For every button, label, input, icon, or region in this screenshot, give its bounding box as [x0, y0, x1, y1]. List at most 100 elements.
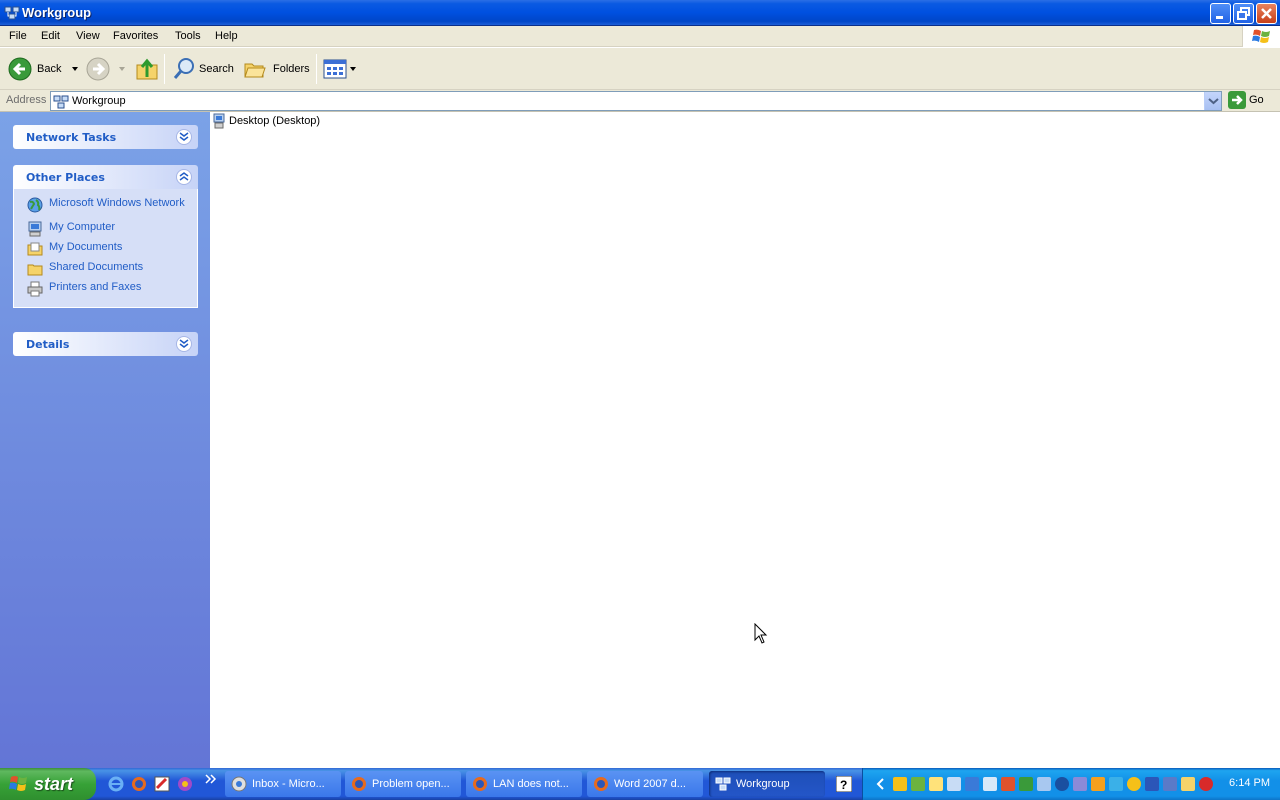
- link-label: My Documents: [49, 241, 123, 253]
- task-label: Problem open...: [372, 778, 450, 790]
- tray-chevron-icon[interactable]: [873, 777, 889, 791]
- restore-button[interactable]: [1233, 3, 1254, 24]
- tray-app-icon[interactable]: [1199, 777, 1213, 791]
- minimize-icon: [1216, 16, 1223, 19]
- toolbar-separator: [164, 54, 165, 84]
- address-input[interactable]: Workgroup: [50, 91, 1222, 111]
- folders-button[interactable]: Folders: [243, 54, 310, 84]
- chevron-down-icon: [1208, 98, 1219, 105]
- network-workgroup-icon: [715, 777, 731, 791]
- tray-app-icon[interactable]: [1163, 777, 1177, 791]
- system-tray: 6:14 PM: [862, 768, 1280, 800]
- tray-app-icon[interactable]: [983, 777, 997, 791]
- taskbar-item-lan[interactable]: LAN does not...: [466, 771, 582, 797]
- back-arrow-icon: [8, 57, 32, 81]
- up-folder-button[interactable]: [135, 54, 159, 84]
- minimize-button[interactable]: [1210, 3, 1231, 24]
- menu-edit[interactable]: Edit: [41, 30, 60, 42]
- menu-file[interactable]: File: [9, 30, 27, 42]
- paint-icon[interactable]: [154, 776, 170, 792]
- link-shared-documents[interactable]: Shared Documents: [14, 261, 197, 281]
- link-label: Shared Documents: [49, 261, 144, 273]
- link-microsoft-windows-network[interactable]: Microsoft Windows Network: [14, 197, 197, 217]
- task-label: LAN does not...: [493, 778, 569, 790]
- tray-app-icon[interactable]: [911, 777, 925, 791]
- wireless-icon[interactable]: [1109, 777, 1123, 791]
- clock[interactable]: 6:14 PM: [1229, 777, 1270, 789]
- firefox-icon: [594, 777, 608, 791]
- chevron-down-icon: [179, 132, 189, 141]
- link-printers-and-faxes[interactable]: Printers and Faxes: [14, 281, 197, 301]
- close-button[interactable]: [1256, 3, 1277, 24]
- taskbar-item-word[interactable]: Word 2007 d...: [587, 771, 703, 797]
- shared-folder-icon: [27, 264, 43, 276]
- internet-explorer-icon[interactable]: [108, 776, 124, 792]
- folders-label: Folders: [273, 63, 310, 75]
- folder-content[interactable]: Desktop (Desktop): [210, 112, 1280, 768]
- details-header[interactable]: Details: [13, 332, 198, 356]
- network-tasks-header[interactable]: Network Tasks: [13, 125, 198, 149]
- link-my-computer[interactable]: My Computer: [14, 221, 197, 241]
- task-pane: Network Tasks Other Places Microsoft Win…: [0, 112, 210, 768]
- network-tasks-panel: Network Tasks: [13, 125, 198, 149]
- printer-icon: [27, 281, 43, 297]
- link-label: Printers and Faxes: [49, 281, 142, 293]
- tray-app-icon[interactable]: [1127, 777, 1141, 791]
- address-dropdown-button[interactable]: [1204, 92, 1221, 110]
- menu-help[interactable]: Help: [215, 30, 238, 42]
- tray-app-icon[interactable]: [1073, 777, 1087, 791]
- help-icon[interactable]: ?: [836, 776, 852, 792]
- firefox-icon[interactable]: [131, 776, 147, 792]
- tray-app-icon[interactable]: [893, 777, 907, 791]
- toolbar-separator: [316, 54, 317, 84]
- toolbar: Back Search Folders: [0, 48, 1280, 90]
- title-bar[interactable]: Workgroup: [0, 0, 1280, 26]
- views-dropdown-icon[interactable]: [349, 65, 357, 73]
- tray-app-icon[interactable]: [1055, 777, 1069, 791]
- search-button[interactable]: Search: [172, 54, 234, 84]
- chevron-right-icon[interactable]: [205, 774, 217, 784]
- expand-button[interactable]: [176, 129, 192, 145]
- tray-app-icon[interactable]: [1019, 777, 1033, 791]
- link-my-documents[interactable]: My Documents: [14, 241, 197, 261]
- views-button[interactable]: [323, 54, 357, 84]
- back-dropdown-icon[interactable]: [71, 65, 79, 73]
- tray-app-icon[interactable]: [1037, 777, 1051, 791]
- address-value: Workgroup: [72, 95, 126, 107]
- tray-app-icon[interactable]: [1001, 777, 1015, 791]
- menu-favorites[interactable]: Favorites: [113, 30, 158, 42]
- back-button[interactable]: Back: [8, 54, 79, 84]
- collapse-button[interactable]: [176, 169, 192, 185]
- forward-arrow-icon: [86, 57, 110, 81]
- taskbar-item-inbox[interactable]: Inbox - Micro...: [225, 771, 341, 797]
- menu-view[interactable]: View: [76, 30, 100, 42]
- expand-button[interactable]: [176, 336, 192, 352]
- task-label: Workgroup: [736, 778, 790, 790]
- tray-app-icon[interactable]: [965, 777, 979, 791]
- go-button[interactable]: Go: [1228, 91, 1264, 109]
- go-arrow-icon: [1228, 91, 1246, 109]
- windows-flag-icon: [9, 776, 27, 791]
- tray-app-icon[interactable]: [1091, 777, 1105, 791]
- content-item-desktop[interactable]: Desktop (Desktop): [212, 113, 320, 129]
- computer-icon: [213, 113, 225, 129]
- other-places-header[interactable]: Other Places: [13, 165, 198, 189]
- forward-dropdown-icon[interactable]: [118, 65, 126, 73]
- start-button[interactable]: start: [0, 768, 96, 800]
- taskbar-item-problem[interactable]: Problem open...: [345, 771, 461, 797]
- forward-button[interactable]: [86, 54, 126, 84]
- network-icon[interactable]: [947, 777, 961, 791]
- shield-icon[interactable]: [1181, 777, 1195, 791]
- quick-launch-app-icon[interactable]: [177, 776, 193, 792]
- window-title: Workgroup: [22, 5, 92, 20]
- address-bar: Address Workgroup Go: [0, 90, 1280, 112]
- other-places-body: Microsoft Windows Network My Computer My…: [13, 189, 198, 308]
- taskbar-item-workgroup[interactable]: Workgroup: [709, 771, 825, 797]
- close-icon: [1261, 8, 1272, 19]
- up-folder-icon: [136, 58, 158, 80]
- tray-app-icon[interactable]: [1145, 777, 1159, 791]
- network-tasks-title: Network Tasks: [26, 131, 117, 144]
- menu-tools[interactable]: Tools: [175, 30, 201, 42]
- content-item-label: Desktop (Desktop): [229, 115, 321, 127]
- mail-icon[interactable]: [929, 777, 943, 791]
